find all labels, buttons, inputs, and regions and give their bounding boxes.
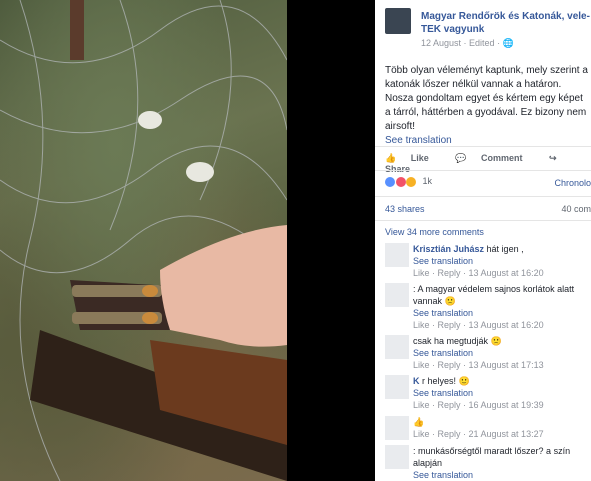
commenter-avatar[interactable] <box>385 445 409 469</box>
see-translation-link[interactable]: See translation <box>385 135 452 146</box>
commenter-avatar[interactable] <box>385 335 409 359</box>
like-reaction-icon <box>385 176 395 187</box>
reactions-summary[interactable]: 1k <box>385 176 432 187</box>
shares-count[interactable]: 43 shares <box>385 204 425 214</box>
comment-meta[interactable]: Like · Reply · 13 August at 16:20 <box>413 320 544 330</box>
comments-count[interactable]: 40 com <box>561 204 591 214</box>
edited-label[interactable]: Edited <box>469 38 495 48</box>
commenter-avatar[interactable] <box>385 375 409 399</box>
wow-reaction-icon <box>406 176 417 187</box>
divider <box>375 170 591 171</box>
comment-icon: 💬 <box>455 153 467 163</box>
comment-meta[interactable]: Like · Reply · 13 August at 17:13 <box>413 360 544 370</box>
rifle-magazine-image <box>0 0 287 481</box>
comment-text: : munkásőrségtől maradt lőszer? a szín a… <box>413 446 571 468</box>
comment-meta[interactable]: Like · Reply · 13 August at 16:20 <box>413 268 544 278</box>
view-more-comments[interactable]: View 34 more comments <box>385 227 484 237</box>
comment-text: csak ha megtudják 🙁 <box>413 336 502 346</box>
comment-button[interactable]: 💬 Comment <box>455 153 534 163</box>
see-translation-link[interactable]: See translation <box>413 308 473 318</box>
see-translation-link[interactable]: See translation <box>413 470 473 480</box>
like-button[interactable]: 👍 Like <box>385 153 441 163</box>
sort-dropdown[interactable]: Chronolo <box>554 178 591 188</box>
post-body: Több olyan véleményt kaptunk, mely szeri… <box>385 65 588 132</box>
commenter-avatar[interactable] <box>385 416 409 440</box>
divider <box>375 220 591 221</box>
love-reaction-icon <box>395 176 406 187</box>
thumbs-up-icon: 👍 <box>385 153 397 163</box>
see-translation-link[interactable]: See translation <box>413 348 473 358</box>
page-name-link[interactable]: Magyar Rendőrök és Katonák, vele-TEK vag… <box>421 10 591 36</box>
see-translation-link[interactable]: See translation <box>413 256 473 266</box>
share-label: Share <box>385 164 411 174</box>
share-icon: ↪ <box>549 153 557 163</box>
globe-icon: 🌐 <box>502 38 514 48</box>
commenter-name[interactable]: Krisztián Juhász <box>413 244 484 254</box>
comment-meta[interactable]: Like · Reply · 16 August at 19:39 <box>413 400 544 410</box>
post-text: Több olyan véleményt kaptunk, mely szeri… <box>385 64 591 148</box>
comment-text: : A magyar védelem sajnos korlátok alatt… <box>413 284 575 306</box>
comment-meta[interactable]: Like · Reply · 21 August at 13:27 <box>413 429 544 439</box>
post-date[interactable]: 12 August <box>421 38 461 48</box>
post-meta: 12 August · Edited · 🌐 <box>421 38 514 48</box>
reaction-count: 1k <box>422 176 433 186</box>
commenter-avatar[interactable] <box>385 243 409 267</box>
page-avatar[interactable] <box>385 8 411 34</box>
divider <box>375 196 591 197</box>
photo-viewer[interactable] <box>0 0 375 481</box>
comment-text: 👍 <box>413 417 425 427</box>
commenter-name[interactable]: K <box>413 376 420 386</box>
comment-text: r helyes! 🙂 <box>422 376 470 386</box>
comment-label: Comment <box>481 153 523 163</box>
commenter-avatar[interactable] <box>385 283 409 307</box>
comment-text: hát igen , <box>486 244 524 254</box>
post-sidebar: Magyar Rendőrök és Katonák, vele-TEK vag… <box>375 0 591 481</box>
see-translation-link[interactable]: See translation <box>413 388 473 398</box>
divider <box>375 146 591 147</box>
like-label: Like <box>410 153 429 163</box>
post-photo <box>0 0 287 481</box>
